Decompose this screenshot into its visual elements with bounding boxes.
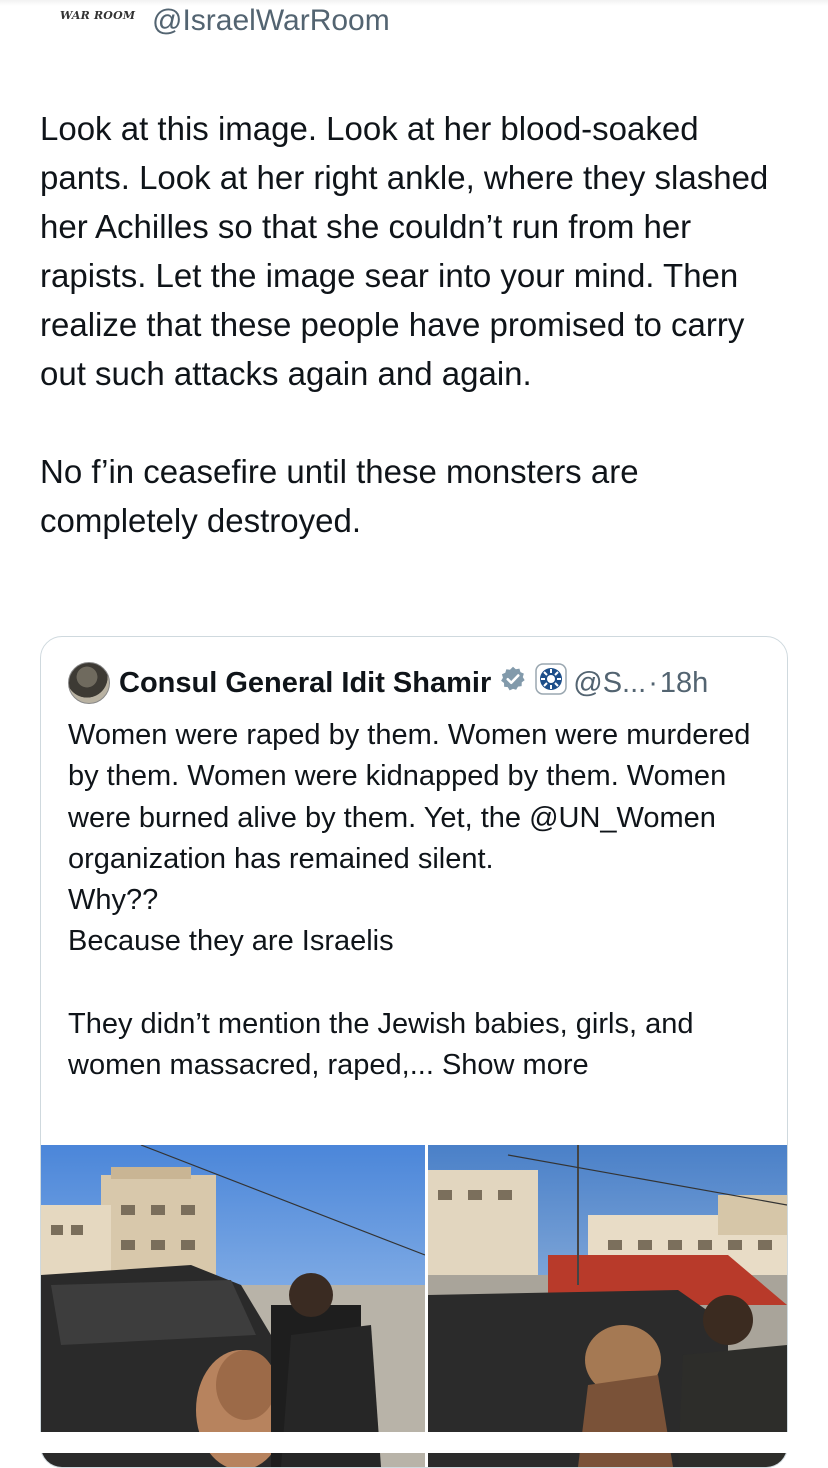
author-logo[interactable]: WAR ROOM: [60, 9, 148, 22]
bottom-divider: [0, 1432, 828, 1453]
tweet-paragraph: No f’in ceasefire until these monsters a…: [40, 453, 639, 539]
video-thumbnail-right[interactable]: [428, 1145, 787, 1467]
tweet-header: WAR ROOM @IsraelWarRoom: [60, 4, 390, 44]
quoted-text-line: [68, 963, 768, 1004]
timestamp[interactable]: 18h: [660, 667, 708, 700]
tweet-text: Look at this image. Look at her blood-so…: [40, 104, 780, 545]
quoted-text-line: Women were raped by them. Women were mur…: [68, 719, 751, 875]
video-thumbnail-left[interactable]: [41, 1145, 428, 1467]
quoted-tweet-card[interactable]: Consul General Idit Shamir @S... · 18h W…: [40, 636, 788, 1468]
quoted-author-handle[interactable]: @S...: [573, 667, 646, 700]
quoted-tweet-header: Consul General Idit Shamir @S... · 18h: [68, 662, 708, 704]
avatar[interactable]: [68, 662, 110, 704]
quoted-author-name[interactable]: Consul General Idit Shamir: [119, 667, 491, 700]
media-gallery[interactable]: [41, 1145, 787, 1467]
quoted-text-line: They didn’t mention the Jewish babies, g…: [68, 1004, 768, 1087]
verified-badge-icon: [499, 665, 527, 701]
quoted-text-line: Because they are Israelis: [68, 925, 394, 958]
quoted-text-truncated: They didn’t mention the Jewish babies, g…: [68, 1008, 694, 1082]
separator-dot: ·: [648, 666, 658, 699]
author-handle[interactable]: @IsraelWarRoom: [152, 4, 390, 38]
quoted-tweet-text: Women were raped by them. Women were mur…: [68, 715, 768, 1087]
tweet-paragraph: Look at this image. Look at her blood-so…: [40, 110, 769, 392]
government-emblem-icon: [535, 663, 567, 703]
quoted-text-line: Why??: [68, 884, 159, 917]
show-more-link[interactable]: Show more: [442, 1049, 589, 1081]
